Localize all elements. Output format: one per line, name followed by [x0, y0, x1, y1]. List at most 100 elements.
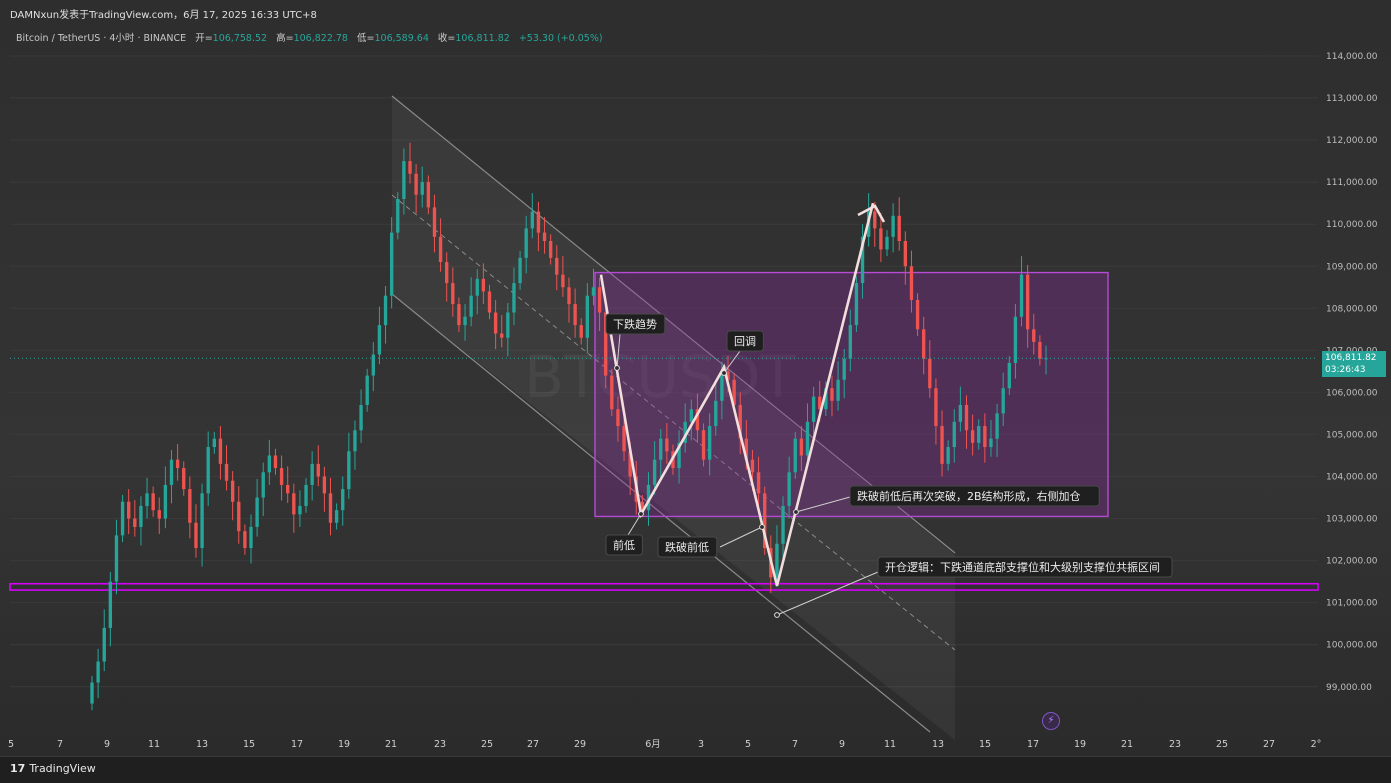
x-axis-label: 13	[932, 739, 944, 750]
x-axis-label: 9	[104, 739, 110, 750]
candle-body	[377, 325, 382, 355]
label-prior-low-leader	[627, 513, 642, 536]
candle-body	[873, 211, 877, 229]
y-axis-label: 99,000.00	[1326, 683, 1372, 693]
candle-body	[341, 489, 345, 511]
candle-body	[334, 510, 339, 523]
candle-body	[536, 211, 541, 233]
trading-chart-screen: DAMNxun发表于TradingView.com，6月 17, 2025 16…	[0, 0, 1391, 783]
candle-body	[414, 173, 418, 195]
candle-body	[261, 472, 265, 498]
x-axis-label: 19	[338, 739, 350, 750]
label-break-low-anchor	[759, 524, 765, 530]
x-axis-label: 19	[1074, 739, 1086, 750]
candle-body	[952, 421, 956, 448]
candle-body	[218, 438, 223, 464]
x-axis-label: 23	[1169, 739, 1181, 750]
label-entry-logic-text: 开仓逻辑：下跌通道底部支撑位和大级别支撑位共振区间	[885, 560, 1160, 574]
candle-body	[548, 241, 553, 258]
candle-body	[689, 409, 693, 422]
label-pullback-text: 回调	[734, 335, 756, 348]
candle-body	[359, 405, 363, 431]
candle-body	[145, 493, 149, 506]
candle-body	[707, 426, 712, 460]
candle-body	[512, 283, 516, 313]
y-axis-label: 103,000.00	[1326, 515, 1378, 525]
label-prior-low-anchor	[638, 511, 644, 517]
candle-body	[420, 182, 424, 195]
candle-body	[610, 375, 614, 410]
candle-body	[946, 447, 950, 464]
candle-body	[96, 661, 100, 683]
candle-body	[182, 468, 186, 490]
candle-body	[1019, 274, 1024, 317]
candle-body	[292, 493, 296, 515]
candle-body	[659, 438, 663, 460]
candle-body	[102, 627, 106, 662]
candle-body	[200, 493, 204, 548]
candle-body	[1038, 341, 1042, 359]
y-axis-label: 111,000.00	[1326, 178, 1378, 188]
footer-bar	[0, 756, 1391, 783]
candle-body	[934, 388, 938, 427]
candle-body	[1032, 329, 1036, 342]
candle-body	[781, 505, 785, 544]
label-break-low-text: 跌破前低	[665, 540, 709, 554]
candle-body	[756, 472, 761, 494]
candle-body	[909, 266, 914, 300]
candle-body	[383, 295, 388, 326]
y-axis-label: 106,000.00	[1326, 388, 1378, 398]
candle-body	[622, 426, 626, 452]
y-axis-label: 108,000.00	[1326, 304, 1378, 314]
candle-body	[365, 375, 369, 406]
candle-body	[353, 430, 357, 452]
candle-body	[481, 278, 486, 292]
tradingview-logo[interactable]: 𝟭𝟳 TradingView	[10, 762, 96, 775]
x-axis-label: 25	[481, 739, 493, 750]
lightning-icon[interactable]: ⚡	[1042, 712, 1060, 730]
candle-body	[842, 358, 846, 380]
candle-body	[940, 426, 944, 464]
candle-body	[402, 161, 406, 199]
candle-body	[237, 501, 241, 532]
candle-body	[408, 161, 412, 174]
candle-body	[977, 426, 981, 443]
tradingview-brand: TradingView	[29, 762, 96, 775]
candle-body	[279, 468, 284, 485]
candle-body	[836, 379, 840, 401]
candle-body	[438, 236, 443, 263]
bar-countdown: 03:26:43	[1325, 365, 1366, 375]
candle-body	[903, 241, 908, 267]
candle-body	[163, 484, 168, 519]
candle-body	[487, 291, 492, 313]
candle-body	[310, 463, 314, 485]
candle-body	[451, 283, 455, 305]
candle-body	[665, 438, 669, 452]
y-axis-label: 104,000.00	[1326, 473, 1378, 483]
consolidation-zone	[594, 271, 1109, 518]
x-axis-label: 11	[884, 739, 896, 750]
last-price-tag: 106,811.82 03:26:43	[1322, 351, 1386, 377]
candle-body	[469, 295, 473, 317]
candle-body	[243, 531, 247, 548]
x-axis-label: 23	[434, 739, 446, 750]
label-2b-breakout-anchor	[793, 509, 799, 515]
candle-body	[249, 526, 253, 548]
y-axis-label: 112,000.00	[1326, 136, 1378, 146]
support-band	[9, 582, 1319, 591]
last-price-value: 106,811.82	[1325, 353, 1377, 363]
candle-body	[304, 484, 308, 506]
x-axis-label: 15	[243, 739, 255, 750]
candle-body	[701, 430, 706, 460]
candle-body	[714, 400, 718, 427]
candle-body	[652, 459, 657, 485]
candle-body	[793, 438, 797, 473]
candle-body	[787, 472, 791, 506]
price-chart[interactable]: BTCUSDT下跌趋势回调前低 跌破前低跌破前低后再次突破，2B结构形成，右侧加仓…	[0, 0, 1391, 756]
candle-body	[750, 459, 755, 473]
candle-body	[561, 274, 565, 288]
x-axis-label: 7	[57, 739, 63, 750]
candle-body	[316, 463, 320, 477]
candle-body	[108, 581, 113, 628]
candle-body	[224, 463, 229, 481]
